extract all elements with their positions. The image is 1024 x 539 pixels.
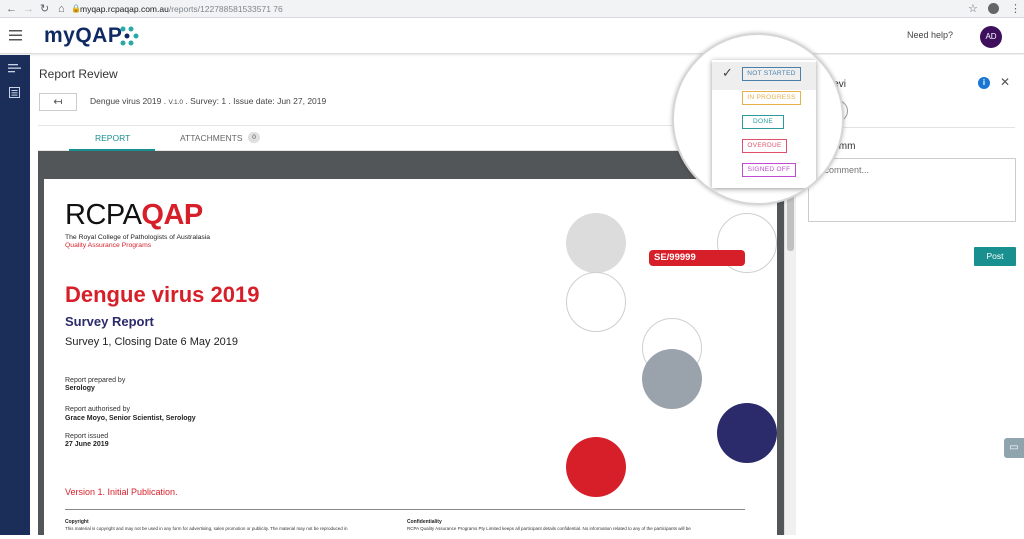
survey-line: Survey 1, Closing Date 6 May 2019	[65, 336, 239, 348]
back-arrow-icon[interactable]: ←	[6, 2, 17, 16]
decor-circle	[642, 349, 702, 409]
app-logo[interactable]: myQAP	[44, 24, 122, 48]
app-header: myQAP Need help? AD	[0, 18, 1024, 54]
decor-circle	[566, 437, 626, 497]
tab-report[interactable]: REPORT	[95, 133, 130, 143]
logo-main: RCPA	[65, 199, 142, 231]
need-help-link[interactable]: Need help?	[907, 30, 953, 40]
scrollbar-thumb[interactable]	[787, 191, 794, 251]
decor-circle	[717, 403, 777, 463]
prepared-label: Report prepared by	[65, 377, 126, 384]
document-icon[interactable]	[9, 87, 20, 98]
post-button[interactable]: Post	[974, 247, 1016, 266]
hamburger-icon[interactable]	[9, 30, 22, 41]
prepared-value: Serology	[65, 385, 95, 392]
page-title: Report Review	[39, 67, 118, 81]
document-info: Dengue virus 2019 . V.1.0 . Survey: 1 . …	[90, 96, 327, 106]
doc-meta: . Survey: 1 . Issue date: Jun 27, 2019	[185, 96, 327, 106]
org-name: The Royal College of Pathologists of Aus…	[65, 234, 211, 241]
decor-circle	[566, 272, 626, 332]
org-program: Quality Assurance Programs	[65, 242, 152, 249]
home-icon[interactable]: ⌂	[58, 2, 65, 16]
comment-input[interactable]	[808, 158, 1016, 222]
profile-icon[interactable]	[988, 3, 999, 14]
attachments-count-badge: 0	[248, 132, 260, 143]
logo-dots-icon	[120, 26, 139, 46]
copyright-text: This material is copyright and may not b…	[65, 526, 348, 531]
copyright-heading: Copyright	[65, 519, 89, 525]
confidentiality-text: RCPA Quality Assurance Programs Pty Limi…	[407, 526, 691, 531]
left-sidebar	[0, 55, 30, 535]
report-viewer[interactable]: RCPAQAP The Royal College of Pathologist…	[38, 151, 784, 539]
status-overdue[interactable]: OVERDUE	[742, 139, 787, 153]
issued-label: Report issued	[65, 433, 109, 440]
status-not-started[interactable]: NOT STARTED	[742, 67, 801, 81]
address-bar[interactable]: myqap.rcpaqap.com.au/reports/12278858153…	[80, 2, 283, 16]
status-done[interactable]: DONE	[742, 115, 784, 129]
status-menu-magnifier: ✓ NOT STARTED IN PROGRESS DONE OVERDUE S…	[672, 33, 844, 205]
status-signed-off[interactable]: SIGNED OFF	[742, 163, 796, 177]
sample-id-tag: SE/99999	[649, 250, 745, 266]
check-icon: ✓	[722, 65, 733, 80]
close-icon[interactable]: ✕	[1000, 75, 1010, 89]
report-page: RCPAQAP The Royal College of Pathologist…	[44, 179, 777, 539]
back-arrow-icon: ↤	[53, 96, 63, 108]
avatar[interactable]: AD	[980, 26, 1002, 48]
more-icon[interactable]: ⋮	[1010, 2, 1021, 16]
logo-accent: QAP	[141, 199, 203, 231]
reports-list-icon[interactable]	[8, 63, 21, 73]
star-icon[interactable]: ☆	[968, 2, 978, 16]
report-subtitle: Survey Report	[65, 314, 154, 329]
reload-icon[interactable]: ↻	[40, 2, 49, 16]
rcpaqap-logo: RCPAQAP	[65, 199, 203, 232]
authorised-value: Grace Moyo, Senior Scientist, Serology	[65, 415, 196, 422]
viewer-scrollbar[interactable]	[784, 151, 796, 535]
authorised-label: Report authorised by	[65, 406, 130, 413]
browser-toolbar: ← → ↻ ⌂ 🔒 myqap.rcpaqap.com.au/reports/1…	[0, 0, 1024, 18]
issued-value: 27 June 2019	[65, 441, 109, 448]
version-line: Version 1. Initial Publication.	[65, 487, 178, 497]
decor-circle	[566, 213, 626, 273]
status-in-progress[interactable]: IN PROGRESS	[742, 91, 801, 105]
url-path: /reports/122788581533571 76	[168, 4, 283, 14]
doc-title: Dengue virus 2019	[90, 96, 162, 106]
tab-attachments[interactable]: ATTACHMENTS	[180, 133, 243, 143]
report-title: Dengue virus 2019	[65, 282, 260, 307]
forward-arrow-icon[interactable]: →	[23, 2, 34, 16]
back-button[interactable]: ↤	[39, 93, 77, 111]
info-icon[interactable]: i	[978, 77, 990, 89]
confidentiality-heading: Confidentiality	[407, 519, 442, 525]
url-host: myqap.rcpaqap.com.au	[80, 4, 169, 14]
app-logo-text: myQAP	[44, 24, 123, 47]
chat-icon[interactable]: ▭	[1004, 438, 1024, 458]
doc-version: V.1.0	[168, 99, 184, 106]
status-dropdown-menu: ✓ NOT STARTED IN PROGRESS DONE OVERDUE S…	[712, 60, 816, 188]
footer-divider	[65, 509, 745, 510]
